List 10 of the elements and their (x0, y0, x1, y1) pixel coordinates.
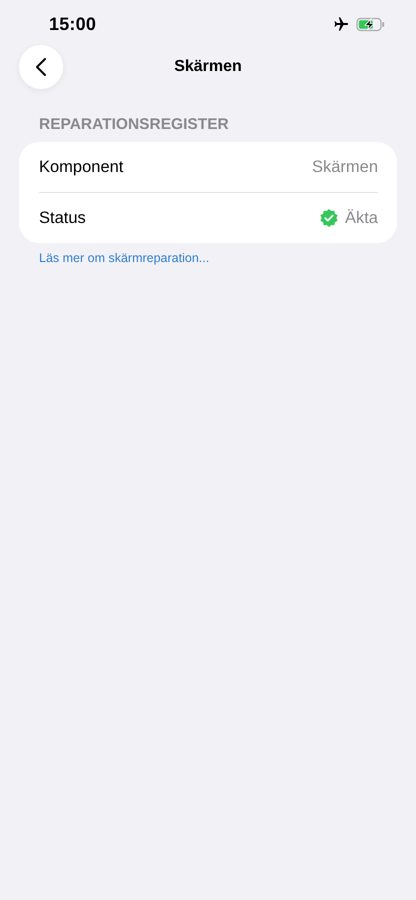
back-button[interactable] (19, 45, 63, 89)
info-link[interactable]: Läs mer om skärmreparation... (39, 251, 210, 265)
row-value: Skärmen (312, 158, 378, 176)
row-label: Status (39, 208, 86, 228)
status-time: 15:00 (49, 14, 96, 34)
row-label: Komponent (39, 158, 124, 176)
screen-title: Skärmen (174, 58, 242, 76)
row-value: Äkta (344, 208, 378, 228)
section-header: REPARATIONSREGISTER (39, 116, 230, 134)
chevron-left-icon (35, 57, 47, 77)
